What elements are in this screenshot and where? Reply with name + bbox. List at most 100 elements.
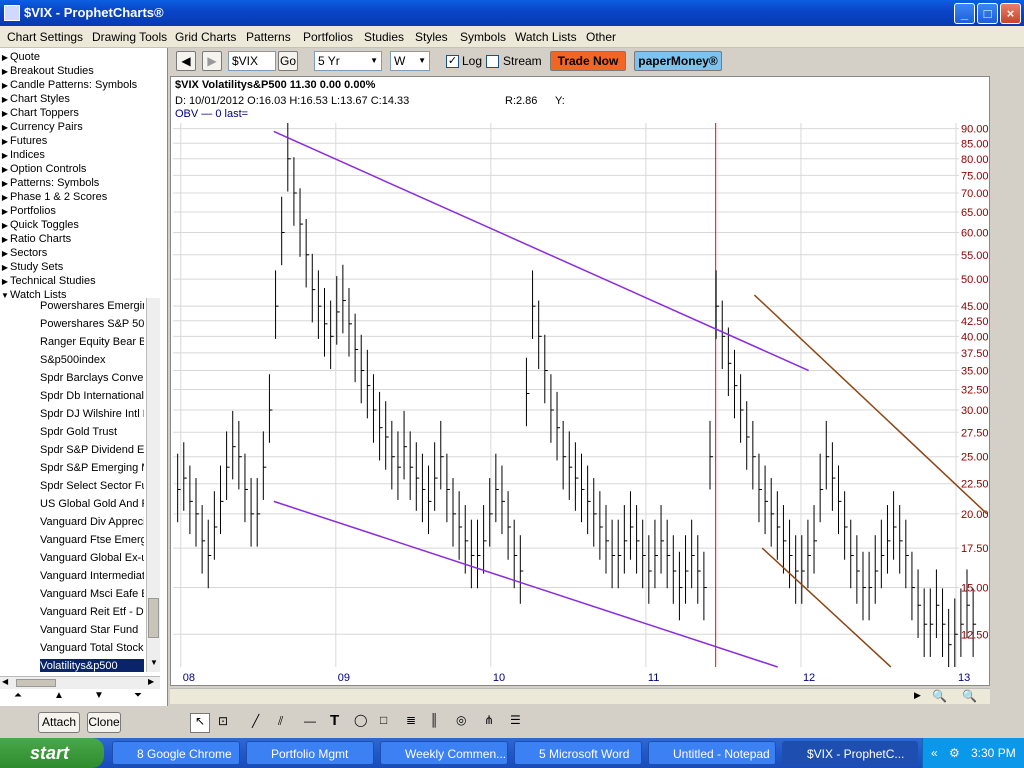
move-top-icon[interactable]: ⏶ <box>14 690 22 701</box>
sidebar-hscrollbar[interactable]: ◀ ▶ <box>0 676 160 689</box>
menu-styles[interactable]: Styles <box>415 30 448 44</box>
chart-canvas[interactable]: 90.00 85.00 80.00 75.00 70.00 65.00 60.00 55.00… <box>171 77 991 687</box>
start-button[interactable]: start <box>0 738 104 768</box>
watchlist-scrollbar[interactable]: ▼ <box>146 298 160 672</box>
gann-tool-icon[interactable]: ◎ <box>456 713 466 727</box>
sidebar-category[interactable]: ▶ Chart Styles <box>0 92 70 106</box>
ellipse-tool-icon[interactable]: ◯ <box>354 713 367 727</box>
menu-portfolios[interactable]: Portfolios <box>303 30 353 44</box>
zoom-out-icon[interactable]: 🔍 <box>962 689 977 703</box>
watchlist-item[interactable]: S&p500index <box>40 353 144 367</box>
range-select[interactable]: 5 Yr ▼ <box>314 51 382 71</box>
menu-studies[interactable]: Studies <box>364 30 404 44</box>
watchlist-item[interactable]: Ranger Equity Bear Be <box>40 335 144 349</box>
go-button[interactable]: Go <box>278 51 298 71</box>
price-chart[interactable]: $VIX Volatilitys&P500 11.30 0.00 0.00% D… <box>170 76 990 686</box>
watchlist-item[interactable]: Powershares S&P 500 <box>40 317 144 331</box>
sidebar-category[interactable]: ▶ Futures <box>0 134 47 148</box>
zoom-tool-icon[interactable]: ⊡ <box>218 714 228 728</box>
forward-icon[interactable]: ▶ <box>202 51 222 71</box>
menu-drawing-tools[interactable]: Drawing Tools <box>92 30 167 44</box>
stream-checkbox[interactable] <box>486 55 499 68</box>
rect-tool-icon[interactable]: □ <box>380 713 387 727</box>
sidebar-category[interactable]: ▶ Quick Toggles <box>0 218 79 232</box>
maximize-button[interactable]: □ <box>977 3 998 24</box>
watchlist-item[interactable]: Vanguard Total Stock <box>40 641 144 655</box>
menu-grid-charts[interactable]: Grid Charts <box>175 30 236 44</box>
watchlist-item[interactable]: Vanguard Star Fund <box>40 623 144 637</box>
sidebar-category[interactable]: ▶ Currency Pairs <box>0 120 83 134</box>
watchlist-item[interactable]: Spdr Db International <box>40 389 144 403</box>
scroll-thumb[interactable] <box>148 598 159 638</box>
menu-other[interactable]: Other <box>586 30 616 44</box>
paper-money-button[interactable]: paperMoney® <box>634 51 722 71</box>
network-icon[interactable]: ⚙ <box>949 738 960 768</box>
chart-scrollbar[interactable]: ▶ 🔍 🔍 <box>170 688 990 704</box>
menu-chart-settings[interactable]: Chart Settings <box>7 30 83 44</box>
sidebar-category[interactable]: ▶ Phase 1 & 2 Scores <box>0 190 107 204</box>
scroll-left-icon[interactable]: ◀ <box>2 677 8 686</box>
task-weekly-commentary[interactable]: Weekly Commen... <box>380 741 508 765</box>
hscroll-thumb[interactable] <box>16 679 56 687</box>
watchlist-item[interactable]: Spdr S&P Dividend Etf <box>40 443 144 457</box>
watchlist-item[interactable]: Powershares Emergin <box>40 299 144 313</box>
cycles-tool-icon[interactable]: ║ <box>430 713 439 727</box>
menu-tool-icon[interactable]: ☰ <box>510 713 521 727</box>
task-notepad[interactable]: Untitled - Notepad <box>648 741 776 765</box>
sidebar-category[interactable]: ▶ Technical Studies <box>0 274 96 288</box>
symbol-input[interactable]: $VIX <box>228 51 276 71</box>
attach-button[interactable]: Attach <box>38 712 80 733</box>
move-bottom-icon[interactable]: ⏷ <box>134 690 142 701</box>
clone-button[interactable]: Clone <box>87 712 121 733</box>
sidebar-category[interactable]: ▶ Chart Toppers <box>0 106 79 120</box>
menu-patterns[interactable]: Patterns <box>246 30 291 44</box>
pitchfork-tool-icon[interactable]: ⋔ <box>484 713 494 727</box>
sidebar-category[interactable]: ▶ Sectors <box>0 246 47 260</box>
watchlist-item[interactable]: Vanguard Ftse Emerg <box>40 533 144 547</box>
menu-symbols[interactable]: Symbols <box>460 30 506 44</box>
task-chrome[interactable]: 8 Google Chrome <box>112 741 240 765</box>
parallel-tool-icon[interactable]: ⫽ <box>278 714 283 729</box>
task-prophetcharts[interactable]: $VIX - ProphetC... <box>782 741 918 765</box>
back-icon[interactable]: ◀ <box>176 51 196 71</box>
watchlist-item[interactable]: Vanguard Intermediat <box>40 569 144 583</box>
cursor-icon[interactable]: ↖ <box>190 713 210 733</box>
watchlist-item[interactable]: Spdr Select Sector Fu <box>40 479 144 493</box>
sidebar-category[interactable]: ▶ Portfolios <box>0 204 56 218</box>
sidebar-category[interactable]: ▶ Quote <box>0 50 40 64</box>
watchlist-item[interactable]: Vanguard Global Ex-u <box>40 551 144 565</box>
task-word[interactable]: 5 Microsoft Word <box>514 741 642 765</box>
fibonacci-tool-icon[interactable]: ≣ <box>406 713 416 727</box>
minimize-button[interactable]: _ <box>954 3 975 24</box>
tray-expand-icon[interactable]: « <box>931 738 938 768</box>
zoom-in-icon[interactable]: 🔍 <box>932 689 947 703</box>
watchlist-item[interactable]: Spdr DJ Wilshire Intl R <box>40 407 144 421</box>
hline-tool-icon[interactable]: — <box>304 714 316 728</box>
watchlist-item[interactable]: Spdr S&P Emerging M <box>40 461 144 475</box>
menu-watch-lists[interactable]: Watch Lists <box>515 30 577 44</box>
interval-select[interactable]: W ▼ <box>390 51 430 71</box>
scroll-down-icon[interactable]: ▼ <box>147 658 161 670</box>
trade-now-button[interactable]: Trade Now <box>550 51 626 71</box>
sidebar-category[interactable]: ▶ Study Sets <box>0 260 63 274</box>
sidebar-category[interactable]: ▶ Patterns: Symbols <box>0 176 99 190</box>
watchlist-item[interactable]: Spdr Gold Trust <box>40 425 144 439</box>
scroll-right-icon[interactable]: ▶ <box>914 690 921 701</box>
watchlist-item[interactable]: Vanguard Div Appreci <box>40 515 144 529</box>
move-up-icon[interactable]: ▲ <box>54 690 64 701</box>
sidebar-category[interactable]: ▶ Candle Patterns: Symbols <box>0 78 137 92</box>
sidebar-category[interactable]: ▶ Breakout Studies <box>0 64 94 78</box>
watchlist-item[interactable]: US Global Gold And Pr <box>40 497 144 511</box>
sidebar-category[interactable]: ▶ Option Controls <box>0 162 87 176</box>
task-portfolio-mgmt[interactable]: Portfolio Mgmt <box>246 741 374 765</box>
log-checkbox[interactable]: ✓ <box>446 55 459 68</box>
sidebar-category[interactable]: ▶ Ratio Charts <box>0 232 71 246</box>
watchlist-item[interactable]: Vanguard Msci Eafe E <box>40 587 144 601</box>
scroll-right-icon[interactable]: ▶ <box>148 677 154 686</box>
sidebar-category[interactable]: ▶ Indices <box>0 148 45 162</box>
text-tool-icon[interactable]: T <box>330 712 339 729</box>
watchlist-item[interactable]: Volatilitys&p500 <box>40 659 144 672</box>
move-down-icon[interactable]: ▼ <box>94 690 104 701</box>
close-button[interactable]: × <box>1000 3 1021 24</box>
watchlist-item[interactable]: Vanguard Reit Etf - Di <box>40 605 144 619</box>
